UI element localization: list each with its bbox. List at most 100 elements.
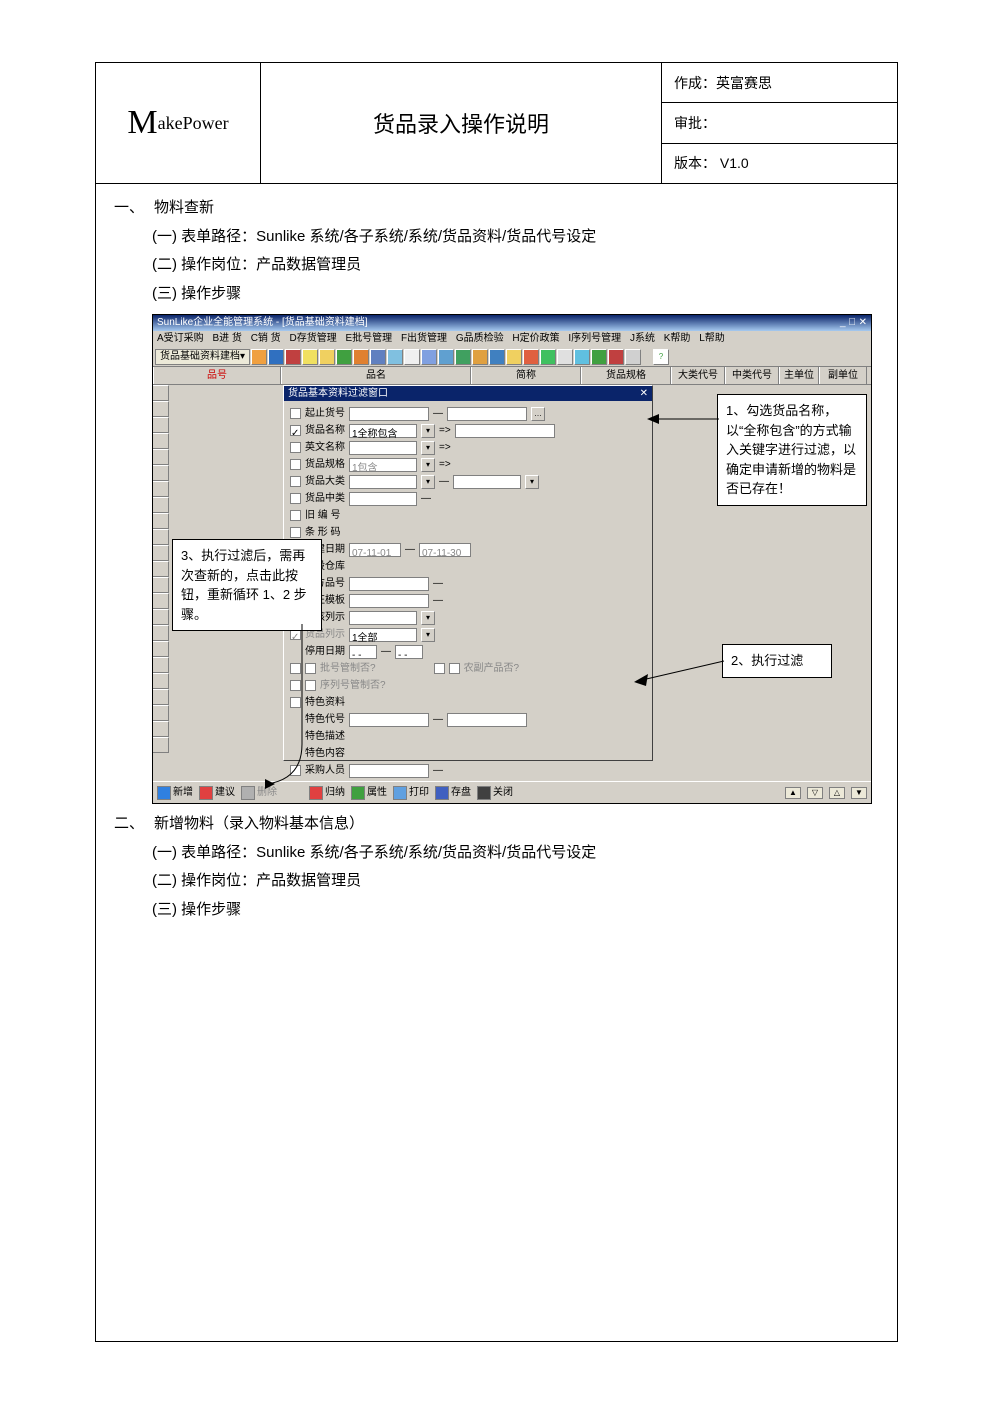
sel-prodname-drop[interactable]: ▾ (421, 424, 435, 438)
sel-list-drop[interactable]: ▾ (421, 628, 435, 642)
inp-template[interactable] (349, 594, 429, 608)
inp-startno-to[interactable] (447, 407, 527, 421)
tb-icon-14[interactable] (472, 349, 488, 365)
nav-prev[interactable]: ▽ (807, 787, 823, 799)
col-mainunit[interactable]: 主单位 (779, 367, 819, 384)
chk-oldno[interactable] (290, 510, 301, 521)
inp-featno2[interactable] (447, 713, 527, 727)
sel-bigcat-drop[interactable]: ▾ (421, 475, 435, 489)
bottom-toolbar[interactable]: 新增 建议 删除 归纳 属性 打印 存盘 关闭 ▲ ▽ △ ▼ (153, 781, 871, 803)
inp-stopdate-from[interactable]: - - (349, 645, 377, 659)
inp-midcat[interactable] (349, 492, 417, 506)
bb-new[interactable]: 新增 (157, 783, 193, 802)
tb-icon-12[interactable] (438, 349, 454, 365)
filter-close-icon[interactable]: ✕ (640, 386, 648, 401)
window-controls[interactable]: _ ⃞ ✕ (840, 315, 867, 331)
chk-midcat[interactable] (290, 493, 301, 504)
inp-otherno[interactable] (349, 577, 429, 591)
tb-icon-help[interactable]: ? (653, 349, 669, 365)
tb-icon-21[interactable] (591, 349, 607, 365)
tb-icon-8[interactable] (370, 349, 386, 365)
chk-spec[interactable] (290, 459, 301, 470)
menu-f[interactable]: F出货管理 (401, 333, 447, 344)
tb-icon-19[interactable] (557, 349, 573, 365)
col-prodno[interactable]: 品号 (153, 367, 281, 384)
toolbar-dropdown[interactable]: 货品基础资料建档▾ (155, 349, 250, 365)
inp-startno-from[interactable] (349, 407, 429, 421)
tb-icon-20[interactable] (574, 349, 590, 365)
inp-prodname[interactable] (455, 424, 555, 438)
tb-icon-9[interactable] (387, 349, 403, 365)
menu-l[interactable]: L帮助 (699, 333, 725, 344)
col-spec[interactable]: 货品规格 (581, 367, 671, 384)
filter-dialog-titlebar[interactable]: 货品基本资料过滤窗口 ✕ (284, 386, 652, 401)
callout-1-arrow (647, 409, 727, 429)
bb-print[interactable]: 打印 (393, 783, 429, 802)
menu-j[interactable]: J系统 (630, 333, 655, 344)
bb-save[interactable]: 存盘 (435, 783, 471, 802)
tb-icon-22[interactable] (608, 349, 624, 365)
chk-prodname[interactable] (290, 425, 301, 436)
bb-suggest[interactable]: 建议 (199, 783, 235, 802)
chk-startno[interactable] (290, 408, 301, 419)
menu-h[interactable]: H定价政策 (512, 333, 559, 344)
tb-icon-16[interactable] (506, 349, 522, 365)
chk-agri1[interactable] (434, 663, 445, 674)
tb-icon-6[interactable] (336, 349, 352, 365)
col-prodname[interactable]: 品名 (281, 367, 471, 384)
inp-featno[interactable] (349, 713, 429, 727)
col-subunit[interactable]: 副单位 (819, 367, 867, 384)
col-mid[interactable]: 中类代号 (725, 367, 779, 384)
sel-bigcat-drop2[interactable]: ▾ (525, 475, 539, 489)
nav-first[interactable]: ▲ (785, 787, 801, 799)
bb-prop[interactable]: 属性 (351, 783, 387, 802)
menubar[interactable]: A受订采购 B进 货 C销 货 D存货管理 E批号管理 F出货管理 G品质检验 … (153, 331, 871, 347)
tb-icon-23[interactable] (625, 349, 641, 365)
tb-icon-3[interactable] (285, 349, 301, 365)
tb-icon-18[interactable] (540, 349, 556, 365)
inp-bigcat-to[interactable] (453, 475, 521, 489)
tb-icon-1[interactable] (251, 349, 267, 365)
menu-i[interactable]: I序列号管理 (568, 333, 621, 344)
col-short[interactable]: 简称 (471, 367, 581, 384)
menu-b[interactable]: B进 货 (212, 333, 241, 344)
toolbar[interactable]: 货品基础资料建档▾ (153, 347, 871, 367)
sel-engname-mode[interactable] (349, 441, 417, 455)
menu-e[interactable]: E批号管理 (345, 333, 392, 344)
bb-close[interactable]: 关闭 (477, 783, 513, 802)
col-big[interactable]: 大类代号 (671, 367, 725, 384)
nav-last[interactable]: ▼ (851, 787, 867, 799)
tb-icon-13[interactable] (455, 349, 471, 365)
inp-stopdate-to[interactable]: - - (395, 645, 423, 659)
tb-icon-2[interactable] (268, 349, 284, 365)
menu-g[interactable]: G品质检验 (456, 333, 504, 344)
sel-audit[interactable] (349, 611, 417, 625)
nav-next[interactable]: △ (829, 787, 845, 799)
menu-d[interactable]: D存货管理 (289, 333, 336, 344)
menu-k[interactable]: K帮助 (664, 333, 691, 344)
sel-engname-drop[interactable]: ▾ (421, 441, 435, 455)
menu-a[interactable]: A受订采购 (157, 333, 204, 344)
chk-barcode[interactable] (290, 527, 301, 538)
tb-icon-10[interactable] (404, 349, 420, 365)
tb-icon-17[interactable] (523, 349, 539, 365)
tb-icon-7[interactable] (353, 349, 369, 365)
tb-icon-11[interactable] (421, 349, 437, 365)
btn-startno-lookup[interactable]: … (531, 407, 545, 421)
sel-audit-drop[interactable]: ▾ (421, 611, 435, 625)
tb-icon-5[interactable] (319, 349, 335, 365)
inp-d2[interactable]: 07-11-30 (419, 543, 471, 557)
chk-agri2[interactable] (449, 663, 460, 674)
chk-bigcat[interactable] (290, 476, 301, 487)
sel-list[interactable]: 1全部 (349, 628, 417, 642)
inp-buyer[interactable] (349, 764, 429, 778)
inp-bigcat[interactable] (349, 475, 417, 489)
tb-icon-4[interactable] (302, 349, 318, 365)
inp-d1[interactable]: 07-11-01 (349, 543, 401, 557)
sel-spec-drop[interactable]: ▾ (421, 458, 435, 472)
sel-prodname-mode[interactable]: 1全称包含 (349, 424, 417, 438)
sel-spec-mode[interactable]: 1包含 (349, 458, 417, 472)
menu-c[interactable]: C销 货 (251, 333, 281, 344)
tb-icon-15[interactable] (489, 349, 505, 365)
chk-engname[interactable] (290, 442, 301, 453)
